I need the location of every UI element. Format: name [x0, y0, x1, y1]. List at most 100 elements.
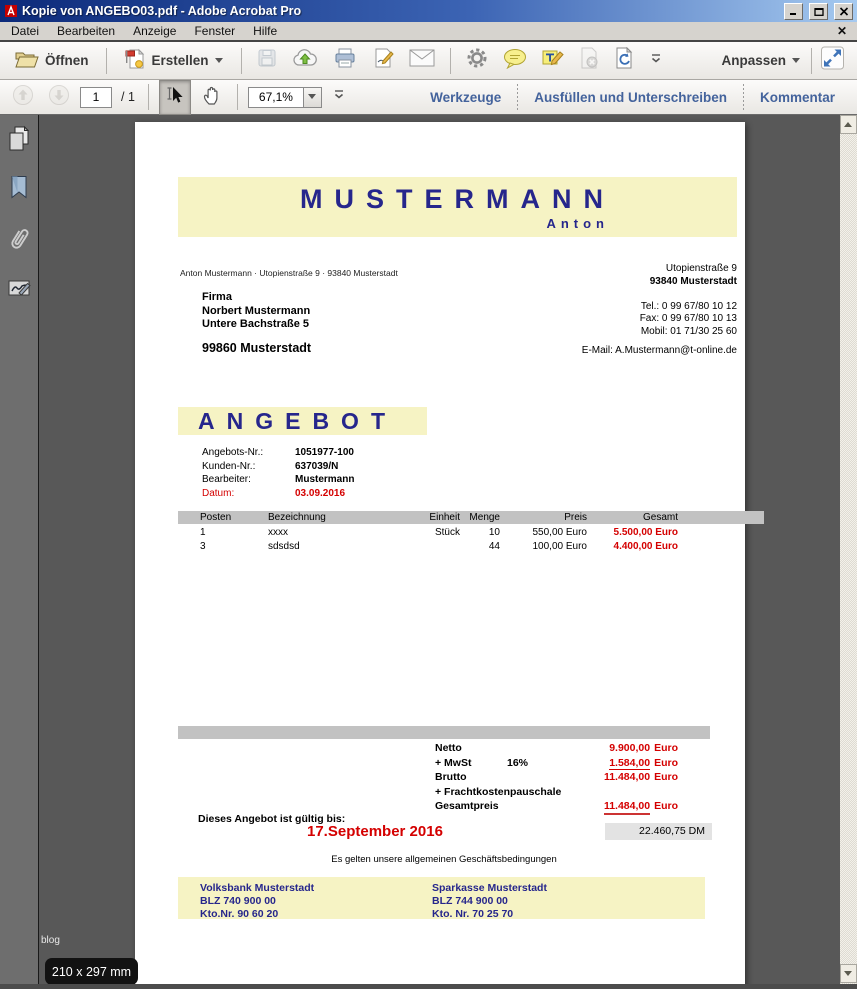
chevron-down-icon: [844, 971, 853, 977]
main-area: MUSTERMANN Anton Anton Mustermann · Utop…: [0, 115, 857, 989]
table-row: 3 sdsdsd 44 100,00 Euro 4.400,00 Euro: [178, 540, 710, 554]
table-row: 1 xxxx Stück 10 550,00 Euro 5.500,00 Eur…: [178, 526, 710, 540]
highlight-text-icon: [542, 47, 564, 74]
more-tools-button[interactable]: [645, 49, 667, 73]
pdf-icon: [4, 4, 18, 18]
items-table-header: Posten Bezeichnung Einheit Menge Preis G…: [178, 511, 764, 524]
select-tool-icon: [164, 84, 186, 111]
menu-anzeige[interactable]: Anzeige: [124, 23, 185, 39]
document-review-icon: [614, 47, 634, 74]
delete-page-icon: [579, 47, 599, 74]
layer-label: blog: [41, 935, 60, 946]
title-bar: Kopie von ANGEBO03.pdf - Adobe Acrobat P…: [0, 0, 857, 22]
scrollbar-track[interactable]: [840, 134, 857, 964]
more-tools-icon: [649, 52, 663, 70]
menu-fenster[interactable]: Fenster: [185, 23, 244, 39]
zoom-level-input[interactable]: [248, 87, 303, 108]
attachments-panel-button[interactable]: [7, 224, 31, 259]
send-file-button[interactable]: [288, 45, 322, 77]
recipient-address: Firma Norbert Mustermann Untere Bachstra…: [202, 291, 310, 332]
chevron-down-icon: [792, 58, 801, 64]
validity-date: 17.September 2016: [307, 823, 443, 840]
gear-icon: [466, 47, 488, 74]
fullscreen-button[interactable]: [816, 43, 849, 78]
sender-line: Anton Mustermann · Utopienstraße 9 · 938…: [180, 268, 398, 278]
comment-button[interactable]: [499, 45, 531, 77]
page-number-input[interactable]: [80, 87, 112, 108]
maximize-button[interactable]: [809, 3, 828, 20]
tab-werkzeuge[interactable]: Werkzeuge: [420, 90, 511, 105]
more-tools-icon: [332, 88, 346, 106]
zoom-dropdown-button[interactable]: [303, 87, 322, 108]
letterhead-first-name: Anton: [178, 216, 737, 231]
open-button[interactable]: Öffnen: [8, 46, 95, 75]
chevron-down-icon: [215, 58, 224, 64]
menu-datei[interactable]: Datei: [2, 23, 48, 39]
select-tool-button[interactable]: [159, 80, 191, 115]
menu-hilfe[interactable]: Hilfe: [244, 23, 286, 39]
sign-button[interactable]: [368, 44, 398, 77]
attachments-panel-icon: [7, 241, 31, 258]
page-size-tooltip: 210 x 297 mm: [45, 958, 138, 985]
offer-title: ANGEBOT: [178, 407, 427, 436]
menu-bearbeiten[interactable]: Bearbeiten: [48, 23, 124, 39]
more-zoom-tools-button[interactable]: [328, 85, 350, 109]
document-canvas: MUSTERMANN Anton Anton Mustermann · Utop…: [39, 115, 840, 989]
print-icon: [333, 47, 357, 74]
page-count-label: / 1: [121, 90, 135, 104]
delete-page-button: [575, 44, 603, 77]
bookmarks-panel-button[interactable]: [8, 174, 30, 207]
save-icon: [257, 48, 277, 73]
bank-footer: Volksbank Musterstadt BLZ 740 900 00 Kto…: [178, 877, 705, 919]
minimize-button[interactable]: [784, 3, 803, 20]
comment-bubble-icon: [503, 48, 527, 74]
tab-kommentar[interactable]: Kommentar: [750, 90, 845, 105]
highlight-button[interactable]: [538, 44, 568, 77]
print-button[interactable]: [329, 44, 361, 77]
pages-panel-icon: [6, 139, 32, 156]
contact-block: Utopienstraße 9 93840 Musterstadt Tel.: …: [582, 263, 737, 358]
scroll-up-button[interactable]: [840, 115, 857, 134]
close-button[interactable]: [834, 3, 853, 20]
create-button[interactable]: Erstellen: [118, 45, 230, 76]
settings-button[interactable]: [462, 44, 492, 77]
customize-button[interactable]: Anpassen: [715, 50, 807, 71]
chevron-up-icon: [844, 122, 853, 128]
totals-block: Netto 9.900,00 Euro + MwSt 16% 1.584,00 …: [178, 742, 710, 815]
tab-ausfuellen-und-unterschreiben[interactable]: Ausfüllen und Unterschreiben: [524, 90, 737, 105]
letterhead: MUSTERMANN Anton: [178, 177, 737, 237]
recipient-city: 99860 Musterstadt: [202, 341, 311, 355]
next-page-icon: [48, 84, 70, 111]
document-review-button[interactable]: [610, 44, 638, 77]
vertical-scrollbar[interactable]: [840, 115, 857, 989]
prev-page-button: [8, 81, 38, 114]
next-page-button: [44, 81, 74, 114]
folder-open-icon: [14, 49, 39, 72]
chevron-down-icon: [308, 94, 317, 100]
upload-cloud-icon: [292, 48, 318, 74]
total-row-brutto: Brutto 11.484,00 Euro: [178, 771, 710, 786]
pages-panel-button[interactable]: [6, 125, 32, 157]
prev-page-icon: [12, 84, 34, 111]
menu-bar: Datei Bearbeiten Anzeige Fenster Hilfe ✕: [0, 22, 857, 42]
bank-sparkasse: Sparkasse Musterstadt BLZ 744 900 00 Kto…: [432, 882, 664, 919]
scroll-down-button[interactable]: [840, 964, 857, 983]
menubar-close-icon[interactable]: ✕: [837, 24, 847, 38]
signatures-panel-button[interactable]: [6, 276, 32, 305]
window-bottom-edge: [0, 984, 857, 989]
fullscreen-icon: [820, 46, 845, 75]
navigation-sidebar: [0, 115, 39, 989]
total-row-mwst: + MwSt 16% 1.584,00 Euro: [178, 757, 710, 772]
save-button: [253, 45, 281, 76]
total-row-fracht: + Frachtkostenpauschale: [178, 786, 710, 801]
totals-separator-bar: [178, 726, 710, 739]
items-table-body: 1 xxxx Stück 10 550,00 Euro 5.500,00 Eur…: [178, 526, 710, 553]
signatures-panel-icon: [6, 287, 32, 304]
window-title: Kopie von ANGEBO03.pdf - Adobe Acrobat P…: [22, 4, 778, 18]
navigation-toolbar: / 1 Werkzeuge Ausfüllen und Unterschreib…: [0, 80, 857, 115]
offer-meta: Angebots-Nr.:1051977-100 Kunden-Nr.:6370…: [202, 446, 354, 500]
hand-tool-button[interactable]: [197, 81, 227, 114]
create-pdf-icon: [124, 48, 146, 73]
main-toolbar: Öffnen Erstellen Anpassen: [0, 42, 857, 80]
email-button[interactable]: [405, 46, 439, 75]
